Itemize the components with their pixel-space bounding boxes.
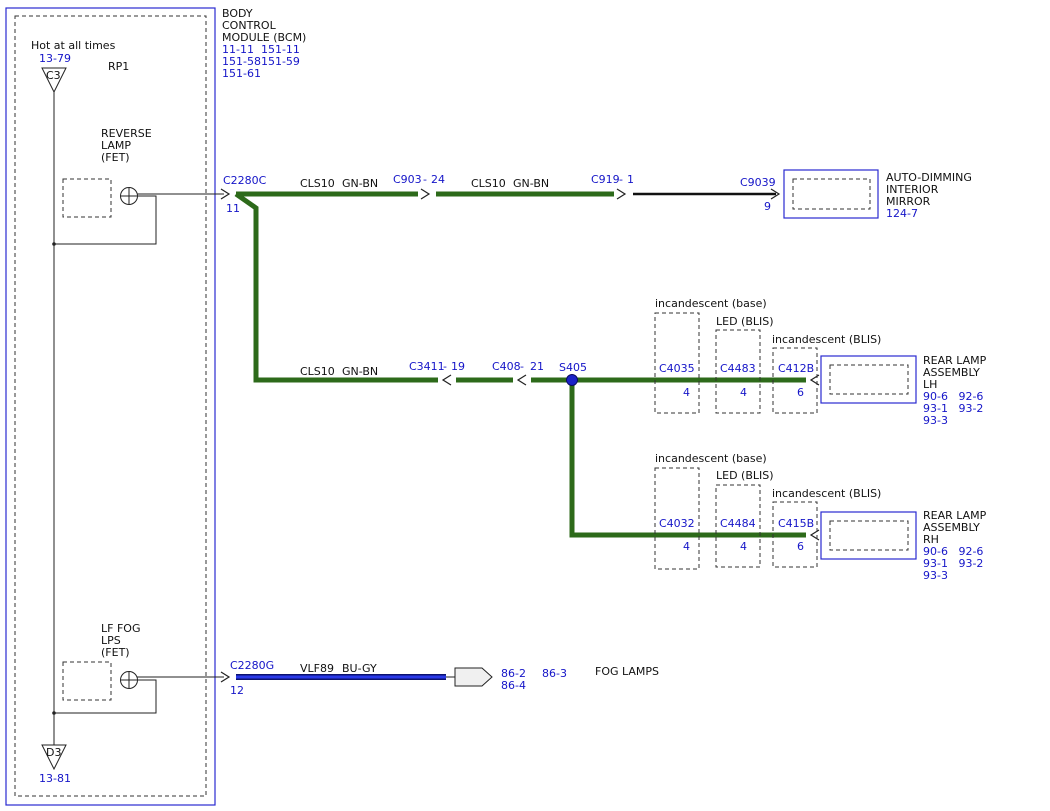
fog-lamps-connector-icon[interactable] — [454, 667, 493, 687]
c4035-label[interactable]: C4035 — [659, 362, 695, 375]
fog-ref-3[interactable]: 86-4 — [501, 679, 526, 692]
c408-dash: - — [520, 360, 524, 373]
c2280g-label[interactable]: C2280G — [230, 659, 274, 672]
c3411-pin[interactable]: 19 — [451, 360, 465, 373]
rear-lamp-assembly-lh[interactable] — [820, 355, 917, 404]
c408-pin[interactable]: 21 — [530, 360, 544, 373]
c412b-arrow-icon — [809, 374, 820, 386]
c4484-label[interactable]: C4484 — [720, 517, 756, 530]
c2280c-label[interactable]: C2280C — [223, 174, 267, 187]
fog-lamps-label: FOG LAMPS — [595, 665, 659, 678]
c4483-pin[interactable]: 4 — [740, 386, 747, 399]
wire-lower-circuit: CLS10 — [300, 365, 335, 378]
body-control-module: Hot at all times 13-79 C3 RP1 REVERSE LA… — [5, 7, 231, 806]
terminal-c3-label: C3 — [46, 69, 61, 82]
c2280g-pin[interactable]: 12 — [230, 684, 244, 697]
rp1-label: RP1 — [108, 60, 129, 73]
rear-rh-ref-3[interactable]: 93-3 — [923, 569, 948, 582]
bcm-ref-line-3[interactable]: 151-61 — [222, 67, 261, 80]
c919-label[interactable]: C919 — [591, 173, 620, 186]
wire-mid-circuit: CLS10 — [471, 177, 506, 190]
rear-lamp-assembly-rh[interactable] — [820, 511, 917, 560]
c415b-arrow-icon — [809, 529, 820, 541]
c408-label[interactable]: C408 — [492, 360, 521, 373]
c9039-pin[interactable]: 9 — [764, 200, 771, 213]
terminal-d3-label: D3 — [46, 746, 61, 759]
c3411-label[interactable]: C3411 — [409, 360, 445, 373]
fog-fet-box — [62, 661, 112, 701]
hot-ref[interactable]: 13-79 — [39, 52, 71, 65]
c903-pin[interactable]: 24 — [431, 173, 445, 186]
wire-top-circuit: CLS10 — [300, 177, 335, 190]
c4032-pin[interactable]: 4 — [683, 540, 690, 553]
lh-variant-led-blis: LED (BLIS) — [716, 315, 774, 328]
c919-arrow-icon — [616, 188, 627, 200]
bottom-ref[interactable]: 13-81 — [39, 772, 71, 785]
c2280c-pin[interactable]: 11 — [226, 202, 240, 215]
reverse-fet-line-3: (FET) — [101, 151, 130, 164]
c4032-label[interactable]: C4032 — [659, 517, 695, 530]
lh-variant-incandescent-blis: incandescent (BLIS) — [772, 333, 881, 346]
mirror-ref[interactable]: 124-7 — [886, 207, 918, 220]
reverse-fet-box — [62, 178, 112, 218]
wiring-diagram: Hot at all times 13-79 C3 RP1 REVERSE LA… — [5, 7, 987, 806]
wire-branch-to-c3411[interactable] — [234, 191, 438, 383]
wire-mid-color: GN-BN — [513, 177, 549, 190]
rh-variant-incandescent-base: incandescent (base) — [655, 452, 767, 465]
c9039-label[interactable]: C9039 — [740, 176, 776, 189]
rh-variant-incandescent-blis: incandescent (BLIS) — [772, 487, 881, 500]
wire-lower-color: GN-BN — [342, 365, 378, 378]
c919-dash: - — [619, 173, 623, 186]
c4483-label[interactable]: C4483 — [720, 362, 756, 375]
c415b-pin[interactable]: 6 — [797, 540, 804, 553]
splice-s405-dot[interactable] — [566, 374, 578, 386]
fog-wire-circuit: VLF89 — [300, 662, 334, 675]
c412b-pin[interactable]: 6 — [797, 386, 804, 399]
fog-fet-line-3: (FET) — [101, 646, 130, 659]
c919-pin[interactable]: 1 — [627, 173, 634, 186]
c4035-pin[interactable]: 4 — [683, 386, 690, 399]
c408-arrow-icon — [516, 374, 527, 386]
c412b-label[interactable]: C412B — [778, 362, 814, 375]
rh-variant-led-blis: LED (BLIS) — [716, 469, 774, 482]
c903-arrow-icon — [420, 188, 431, 200]
c3411-arrow-icon — [441, 374, 452, 386]
lh-variant-incandescent-base: incandescent (base) — [655, 297, 767, 310]
reverse-fet-return — [54, 195, 157, 245]
c3411-dash: - — [443, 360, 447, 373]
fog-wire-color: BU-GY — [342, 662, 377, 675]
hot-at-all-times-label: Hot at all times — [31, 39, 116, 52]
splice-s405-label[interactable]: S405 — [559, 361, 587, 374]
c4484-pin[interactable]: 4 — [740, 540, 747, 553]
rear-lh-ref-3[interactable]: 93-3 — [923, 414, 948, 427]
auto-dimming-mirror[interactable] — [783, 169, 879, 219]
wire-top-color: GN-BN — [342, 177, 378, 190]
c415b-label[interactable]: C415B — [778, 517, 814, 530]
c903-dash: - — [423, 173, 427, 186]
fog-fet-return — [54, 679, 157, 714]
c903-label[interactable]: C903 — [393, 173, 422, 186]
fog-ref-2[interactable]: 86-3 — [542, 667, 567, 680]
